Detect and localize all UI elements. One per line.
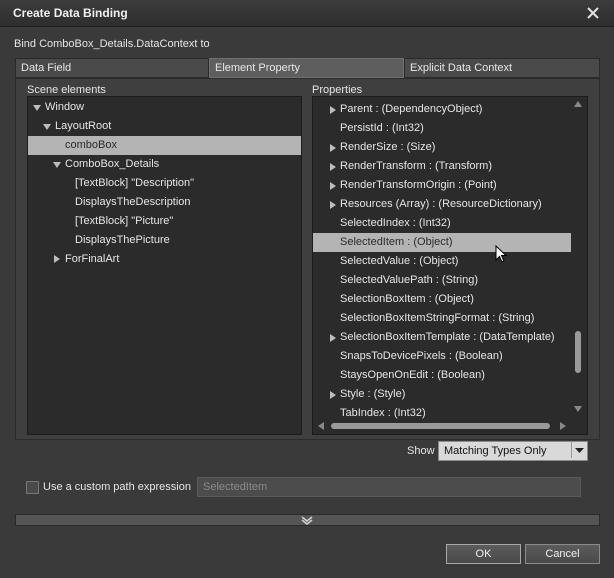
scroll-down-icon[interactable]	[574, 406, 582, 412]
tree-item-label: Window	[45, 101, 85, 113]
property-label: RenderTransform : (Transform)	[340, 160, 492, 172]
close-button[interactable]	[586, 6, 600, 20]
property-selectedvalue[interactable]: SelectedValue : (Object)	[313, 252, 571, 271]
chevron-down-icon	[575, 448, 584, 453]
tree-item-forfinalart[interactable]: ForFinalArt	[28, 250, 301, 269]
properties-heading: Properties	[312, 84, 363, 96]
mouse-cursor-icon	[495, 245, 508, 263]
property-label: SelectedValuePath : (String)	[340, 274, 478, 286]
tree-item-displays-the-picture[interactable]: DisplaysThePicture	[28, 231, 301, 250]
property-selectionboxitem[interactable]: SelectionBoxItem : (Object)	[313, 290, 571, 309]
tab-element-property[interactable]: Element Property	[209, 58, 404, 78]
tree-item-label: [TextBlock] "Picture"	[75, 215, 174, 227]
expand-arrow-icon[interactable]	[330, 334, 336, 342]
property-staysopenonedit[interactable]: StaysOpenOnEdit : (Boolean)	[313, 366, 571, 385]
property-label: RenderSize : (Size)	[340, 141, 436, 153]
vertical-scroll-thumb[interactable]	[575, 331, 581, 373]
tree-item-textblock-picture[interactable]: [TextBlock] "Picture"	[28, 212, 301, 231]
property-snapstodevicepixels[interactable]: SnapsToDevicePixels : (Boolean)	[313, 347, 571, 366]
tree-item-combobox-details[interactable]: ComboBox_Details	[28, 155, 301, 174]
properties-list[interactable]: Parent : (DependencyObject) PersistId : …	[312, 96, 588, 435]
property-resources[interactable]: Resources (Array) : (ResourceDictionary)	[313, 195, 571, 214]
property-selectionboxitemtemplate[interactable]: SelectionBoxItemTemplate : (DataTemplate…	[313, 328, 571, 347]
cancel-button[interactable]: Cancel	[525, 544, 600, 564]
expand-arrow-icon[interactable]	[330, 391, 336, 399]
property-rendertransformorigin[interactable]: RenderTransformOrigin : (Point)	[313, 176, 571, 195]
tree-item-label: comboBox	[65, 139, 117, 151]
property-label: SelectedItem : (Object)	[340, 236, 453, 248]
property-label: StaysOpenOnEdit : (Boolean)	[340, 369, 485, 381]
scene-elements-tree[interactable]: Window LayoutRoot comboBox ComboBox_Deta…	[27, 96, 302, 435]
property-label: SelectionBoxItem : (Object)	[340, 293, 474, 305]
property-label: RenderTransformOrigin : (Point)	[340, 179, 497, 191]
expand-arrow-icon[interactable]	[43, 124, 51, 130]
collapse-arrow-icon[interactable]	[54, 255, 60, 263]
ok-button[interactable]: OK	[446, 544, 521, 564]
property-selectedindex[interactable]: SelectedIndex : (Int32)	[313, 214, 571, 233]
tree-item-layoutroot[interactable]: LayoutRoot	[28, 117, 301, 136]
property-label: SelectedIndex : (Int32)	[340, 217, 451, 229]
property-selectedvaluepath[interactable]: SelectedValuePath : (String)	[313, 271, 571, 290]
custom-path-input[interactable]: SelectedItem	[197, 477, 581, 497]
close-icon	[587, 7, 599, 19]
property-style[interactable]: Style : (Style)	[313, 385, 571, 404]
tree-item-label: ForFinalArt	[65, 253, 120, 265]
dropdown-button[interactable]	[571, 442, 587, 458]
tree-item-displays-the-description[interactable]: DisplaysTheDescription	[28, 193, 301, 212]
tab-explicit-data-context[interactable]: Explicit Data Context	[404, 58, 600, 78]
scroll-right-icon[interactable]	[560, 422, 566, 430]
property-label: SelectionBoxItemTemplate : (DataTemplate…	[340, 331, 555, 343]
property-label: Style : (Style)	[340, 388, 406, 400]
expand-arrow-icon[interactable]	[33, 105, 41, 111]
show-dropdown[interactable]: Matching Types Only	[438, 441, 588, 461]
property-selectionboxitemstringformat[interactable]: SelectionBoxItemStringFormat : (String)	[313, 309, 571, 328]
tree-item-textblock-description[interactable]: [TextBlock] "Description"	[28, 174, 301, 193]
scroll-left-icon[interactable]	[318, 422, 324, 430]
property-rendertransform[interactable]: RenderTransform : (Transform)	[313, 157, 571, 176]
tree-item-label: LayoutRoot	[55, 120, 112, 132]
tree-item-label: DisplaysThePicture	[75, 234, 170, 246]
property-label: PersistId : (Int32)	[340, 122, 424, 134]
property-label: Parent : (DependencyObject)	[340, 103, 483, 115]
expand-arrow-icon[interactable]	[330, 201, 336, 209]
tab-data-field[interactable]: Data Field	[15, 58, 209, 78]
scene-elements-heading: Scene elements	[27, 84, 106, 96]
property-label: SnapsToDevicePixels : (Boolean)	[340, 350, 503, 362]
tree-item-combobox[interactable]: comboBox	[28, 136, 301, 155]
property-label: SelectedValue : (Object)	[340, 255, 459, 267]
show-label: Show	[407, 445, 435, 457]
window-title: Create Data Binding	[13, 6, 128, 20]
tree-item-label: DisplaysTheDescription	[75, 196, 191, 208]
expand-arrow-icon[interactable]	[330, 144, 336, 152]
tree-item-window[interactable]: Window	[28, 98, 301, 117]
expand-arrow-icon[interactable]	[330, 163, 336, 171]
expand-arrow-icon[interactable]	[330, 106, 336, 114]
horizontal-scroll-thumb[interactable]	[331, 423, 550, 429]
property-label: Resources (Array) : (ResourceDictionary)	[340, 198, 542, 210]
tree-item-label: ComboBox_Details	[65, 158, 160, 170]
property-parent[interactable]: Parent : (DependencyObject)	[313, 100, 571, 119]
property-rendersize[interactable]: RenderSize : (Size)	[313, 138, 571, 157]
chevron-down-icon[interactable]	[300, 515, 314, 525]
property-persistid[interactable]: PersistId : (Int32)	[313, 119, 571, 138]
tree-item-label: [TextBlock] "Description"	[75, 177, 195, 189]
property-label: SelectionBoxItemStringFormat : (String)	[340, 312, 535, 324]
custom-path-checkbox[interactable]	[26, 481, 39, 494]
expand-arrow-icon[interactable]	[330, 182, 336, 190]
expand-arrow-icon[interactable]	[53, 162, 61, 168]
bind-target-label: Bind ComboBox_Details.DataContext to	[14, 38, 210, 50]
custom-path-label: Use a custom path expression	[43, 481, 191, 493]
scroll-up-icon[interactable]	[574, 101, 582, 107]
property-selecteditem[interactable]: SelectedItem : (Object)	[313, 233, 571, 252]
